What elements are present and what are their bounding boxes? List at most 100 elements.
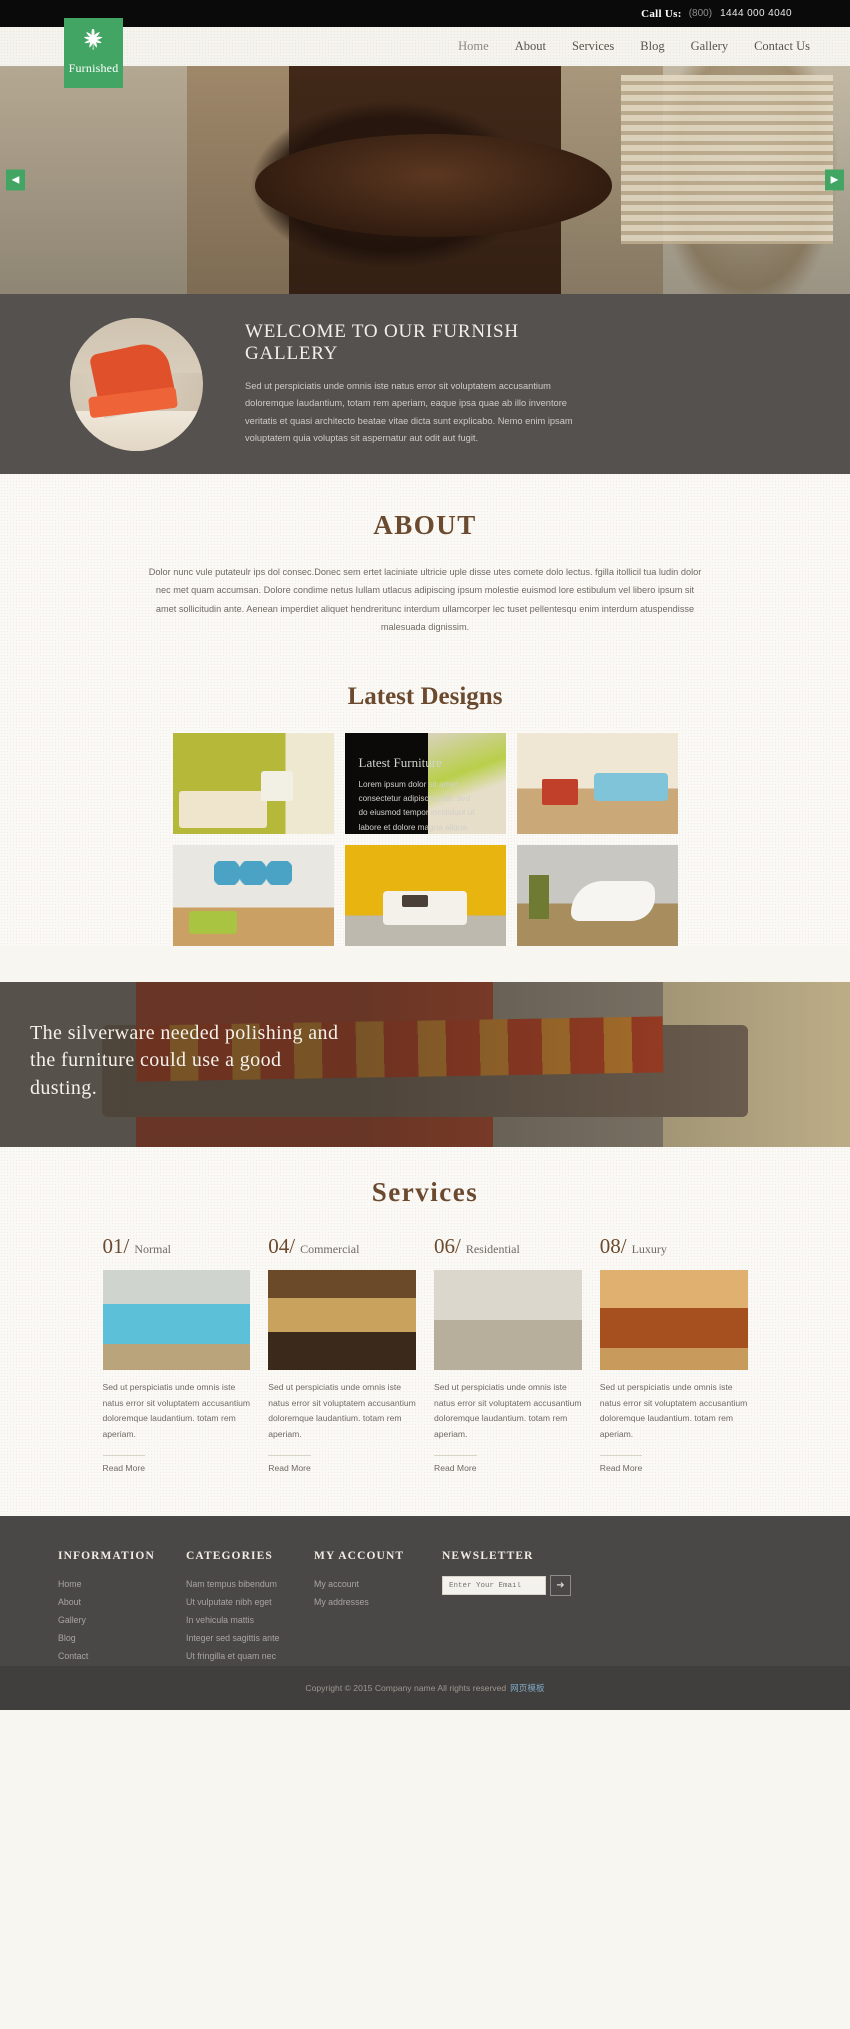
service-text: Sed ut perspiciatis unde omnis iste natu…: [102, 1381, 251, 1440]
footer-link-my-addresses[interactable]: My addresses: [314, 1593, 442, 1611]
footer-link-contact[interactable]: Contact: [58, 1647, 186, 1665]
welcome-image-floor: [70, 410, 203, 451]
arrow-right-icon[interactable]: ➜: [550, 1575, 571, 1597]
service-name: Normal: [134, 1241, 171, 1256]
hero-slider: ◀ ▶: [0, 66, 850, 294]
copyright-bar: Copyright © 2015 Company name All rights…: [0, 1666, 850, 1711]
chevron-left-icon[interactable]: ◀: [6, 169, 25, 191]
hero-image: [0, 66, 850, 294]
design-tile-2-overlay-content: Latest Furniture Lorem ipsum dolor sit a…: [345, 733, 506, 834]
latest-designs-title: Latest Designs: [347, 682, 503, 710]
service-card-3: 06/ Residential Sed ut perspiciatis unde…: [434, 1234, 582, 1477]
service-card-2-header: 04/ Commercial: [268, 1234, 416, 1259]
service-card-1-header: 01/ Normal: [103, 1234, 251, 1259]
design-tile-4-art: [214, 860, 292, 886]
design-tile-6[interactable]: [516, 844, 678, 946]
nav-item-gallery[interactable]: Gallery: [691, 39, 728, 54]
footer-column-my-account: My Account My account My addresses: [314, 1550, 442, 1665]
phone-number: 1444 000 4040: [720, 8, 792, 19]
design-tile-4[interactable]: [172, 844, 334, 946]
service-name: Residential: [465, 1241, 520, 1256]
newsletter-form: ➜: [442, 1575, 571, 1597]
service-card-4-header: 08/ Luxury: [600, 1234, 748, 1259]
read-more-link[interactable]: Read More: [102, 1455, 146, 1473]
about-section: ABOUT Dolor nunc vule putateulr ips dol …: [0, 474, 850, 946]
service-name: Commercial: [300, 1241, 360, 1256]
footer-column-categories: Categories Nam tempus bibendum Ut vulput…: [186, 1550, 314, 1665]
nav-item-contact-us[interactable]: Contact Us: [754, 39, 810, 54]
design-tile-3[interactable]: [516, 732, 678, 834]
welcome-text-block: Welcome to our furnish gallery Sed ut pe…: [245, 321, 585, 447]
nav-item-blog[interactable]: Blog: [640, 39, 664, 54]
nav-item-home[interactable]: Home: [458, 39, 489, 54]
welcome-image: [70, 317, 203, 451]
read-more-link[interactable]: Read More: [434, 1455, 477, 1473]
logo-text: Furnished: [68, 61, 119, 75]
about-paragraph: Dolor nunc vule putateulr ips dol consec…: [148, 567, 702, 633]
service-image: [268, 1269, 416, 1370]
top-contact-bar: Call Us: (800) 1444 000 4040: [0, 0, 850, 27]
design-tile-2-overlay[interactable]: Latest Furniture Lorem ipsum dolor sit a…: [344, 732, 506, 834]
welcome-paragraph: Sed ut perspiciatis unde omnis iste natu…: [245, 381, 573, 443]
service-card-4: 08/ Luxury Sed ut perspiciatis unde omni…: [599, 1234, 748, 1477]
design-tile-1[interactable]: [172, 732, 334, 834]
service-name: Luxury: [631, 1241, 667, 1256]
footer-category-5[interactable]: Ut fringilla et quam nec: [186, 1647, 314, 1665]
about-title: ABOUT: [373, 510, 477, 540]
latest-designs-grid: Latest Furniture Lorem ipsum dolor sit a…: [172, 732, 678, 946]
service-card-2: 04/ Commercial Sed ut perspiciatis unde …: [268, 1234, 416, 1477]
services-section: Services 01/ Normal Sed ut perspiciatis …: [0, 1146, 850, 1517]
chevron-right-icon[interactable]: ▶: [825, 169, 844, 191]
service-number: 08/: [599, 1233, 627, 1258]
footer-category-1[interactable]: Nam tempus bibendum: [186, 1575, 314, 1593]
service-image: [599, 1269, 748, 1370]
nav-item-about[interactable]: About: [515, 39, 546, 54]
service-number: 04/: [268, 1233, 296, 1258]
service-card-1: 01/ Normal Sed ut perspiciatis unde omni…: [102, 1234, 251, 1477]
main-navigation: Home About Services Blog Gallery Contact…: [458, 27, 810, 66]
welcome-title: Welcome to our furnish gallery: [245, 321, 519, 365]
services-grid: 01/ Normal Sed ut perspiciatis unde omni…: [102, 1234, 748, 1477]
copyright-text: Copyright © 2015 Company name All rights…: [305, 1683, 507, 1694]
footer-link-home[interactable]: Home: [58, 1575, 186, 1593]
footer-category-4[interactable]: Integer sed sagittis ante: [186, 1629, 314, 1647]
footer-category-3[interactable]: In vehicula mattis: [186, 1611, 314, 1629]
design-tile-5[interactable]: [344, 844, 506, 946]
services-title: Services: [371, 1176, 479, 1207]
footer-link-about[interactable]: About: [58, 1593, 186, 1611]
credit-text[interactable]: 网页模板: [510, 1682, 544, 1694]
site-header: Furnished Home About Services Blog Galle…: [0, 18, 850, 88]
footer-heading-newsletter: Newsletter: [442, 1550, 534, 1563]
service-text: Sed ut perspiciatis unde omnis iste natu…: [434, 1381, 582, 1440]
nav-item-services[interactable]: Services: [572, 39, 614, 54]
overlay-text: Lorem ipsum dolor sit amet, consectetur …: [358, 779, 475, 832]
service-image: [102, 1269, 251, 1370]
call-us-label: Call Us:: [641, 7, 682, 20]
footer-heading-my-account: My Account: [314, 1550, 405, 1563]
footer-link-gallery[interactable]: Gallery: [58, 1611, 186, 1629]
welcome-section: Welcome to our furnish gallery Sed ut pe…: [0, 294, 850, 474]
site-footer: Information Home About Gallery Blog Cont…: [0, 1516, 850, 1667]
overlay-heading: Latest Furniture: [358, 754, 442, 770]
service-text: Sed ut perspiciatis unde omnis iste natu…: [599, 1381, 748, 1440]
service-number: 01/: [102, 1233, 130, 1258]
service-card-3-header: 06/ Residential: [434, 1234, 582, 1259]
footer-column-information: Information Home About Gallery Blog Cont…: [58, 1550, 186, 1665]
read-more-link[interactable]: Read More: [599, 1455, 643, 1473]
footer-heading-categories: Categories: [186, 1550, 273, 1563]
footer-heading-information: Information: [58, 1550, 155, 1563]
service-text: Sed ut perspiciatis unde omnis iste natu…: [268, 1381, 416, 1440]
parallax-quote-text: The silverware needed polishing and the …: [30, 1021, 339, 1099]
leaf-icon: [81, 27, 107, 58]
footer-column-newsletter: Newsletter ➜: [442, 1550, 571, 1665]
footer-link-blog[interactable]: Blog: [58, 1629, 186, 1647]
phone-area-code: (800): [688, 8, 713, 19]
parallax-quote-banner: The silverware needed polishing and the …: [0, 981, 850, 1147]
footer-link-my-account[interactable]: My account: [314, 1575, 442, 1593]
service-number: 06/: [434, 1233, 461, 1258]
newsletter-email-input[interactable]: [442, 1576, 546, 1596]
read-more-link[interactable]: Read More: [268, 1455, 311, 1473]
service-image: [434, 1269, 582, 1370]
logo[interactable]: Furnished: [64, 18, 123, 88]
footer-category-2[interactable]: Ut vulputate nibh eget: [186, 1593, 314, 1611]
